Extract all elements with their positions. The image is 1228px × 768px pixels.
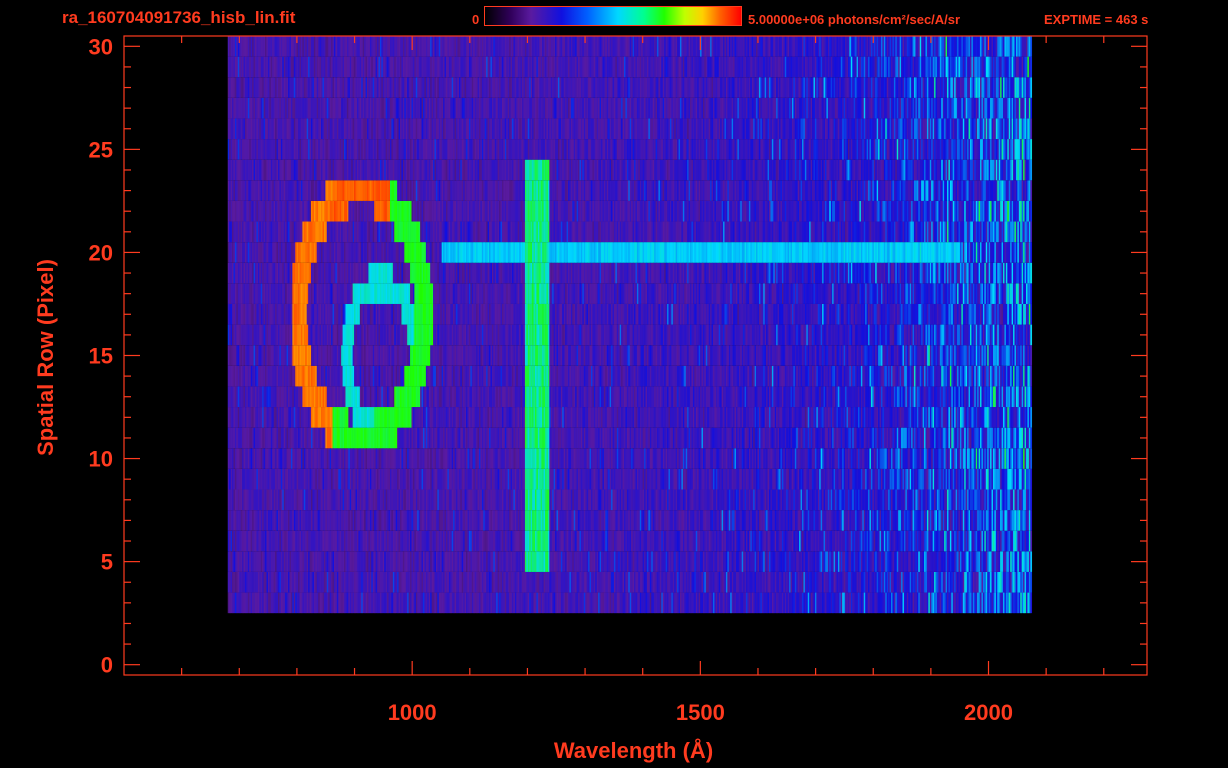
heatmap-cell [1030, 468, 1033, 490]
heatmap-cell [1030, 510, 1033, 531]
heatmap-cell [1030, 592, 1033, 614]
heatmap-image [227, 36, 1033, 614]
heatmap-cell [1030, 530, 1033, 552]
heatmap-cell [1030, 448, 1033, 469]
heatmap-cell [1030, 551, 1033, 572]
heatmap-cell [1030, 571, 1033, 593]
spectrum-image-chart: 1000 1500 2000051015202530 Wavelength (Å) … [33, 34, 1148, 763]
heatmap-cell [1030, 489, 1033, 511]
